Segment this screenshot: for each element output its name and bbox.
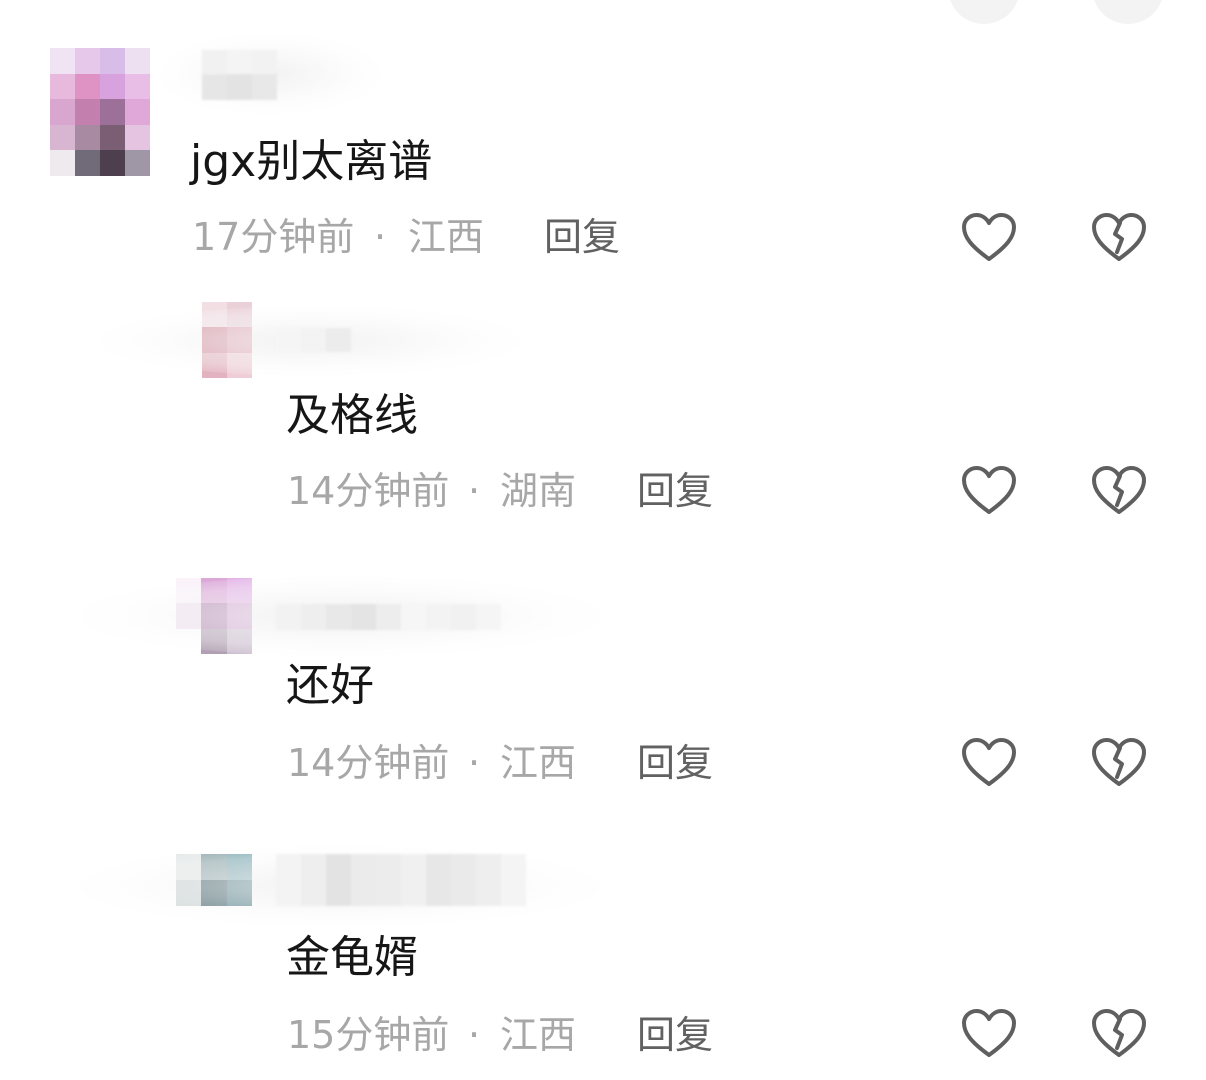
meta-separator: · <box>468 1013 481 1057</box>
username-blurred-2 <box>202 74 277 100</box>
comment-location: 江西 <box>500 741 577 785</box>
meta-separator: · <box>374 215 387 259</box>
comment-text: 还好 <box>286 660 374 711</box>
heart-outline-icon <box>962 1009 1016 1057</box>
comment-time: 14分钟前 <box>287 741 450 785</box>
meta-separator: · <box>468 469 481 513</box>
like-button[interactable] <box>959 733 1019 793</box>
username-blurred[interactable] <box>276 328 351 352</box>
broken-heart-icon <box>1092 466 1146 514</box>
comment-time: 17分钟前 <box>192 215 355 259</box>
heart-outline-icon <box>962 738 1016 786</box>
reply-button[interactable]: 回复 <box>637 738 713 788</box>
comment-text: jgx别太离谱 <box>190 136 433 187</box>
dislike-button[interactable] <box>1089 733 1149 793</box>
reply-item: 及格线 14分钟前 · 湖南 回复 <box>0 280 1206 550</box>
reply-item: 金龟婿 15分钟前 · 江西 回复 <box>0 832 1206 1080</box>
username-blurred[interactable] <box>276 854 526 906</box>
dislike-button[interactable] <box>1089 461 1149 521</box>
comment-time: 14分钟前 <box>287 469 450 513</box>
comment-location: 江西 <box>500 1013 577 1057</box>
comment-text: 金龟婿 <box>286 932 418 983</box>
comment-time: 15分钟前 <box>287 1013 450 1057</box>
dislike-button[interactable] <box>1089 1004 1149 1064</box>
broken-heart-icon <box>1092 738 1146 786</box>
heart-outline-icon <box>962 213 1016 261</box>
reply-button[interactable]: 回复 <box>544 212 620 262</box>
comment-item: jgx别太离谱 17分钟前 · 江西 回复 <box>0 0 1206 280</box>
like-button[interactable] <box>959 1004 1019 1064</box>
reply-button[interactable]: 回复 <box>637 1010 713 1060</box>
like-button[interactable] <box>959 208 1019 268</box>
avatar[interactable] <box>50 48 150 176</box>
comment-location: 湖南 <box>500 469 577 513</box>
dislike-button[interactable] <box>1089 208 1149 268</box>
heart-outline-icon <box>962 466 1016 514</box>
username-blurred[interactable] <box>202 50 277 74</box>
like-button[interactable] <box>959 461 1019 521</box>
broken-heart-icon <box>1092 1009 1146 1057</box>
broken-heart-icon <box>1092 213 1146 261</box>
comment-text: 及格线 <box>286 390 418 441</box>
reply-item: 还好 14分钟前 · 江西 回复 <box>0 560 1206 830</box>
username-blurred[interactable] <box>276 604 501 630</box>
reply-button[interactable]: 回复 <box>637 466 713 516</box>
comment-location: 江西 <box>408 215 485 259</box>
meta-separator: · <box>468 741 481 785</box>
